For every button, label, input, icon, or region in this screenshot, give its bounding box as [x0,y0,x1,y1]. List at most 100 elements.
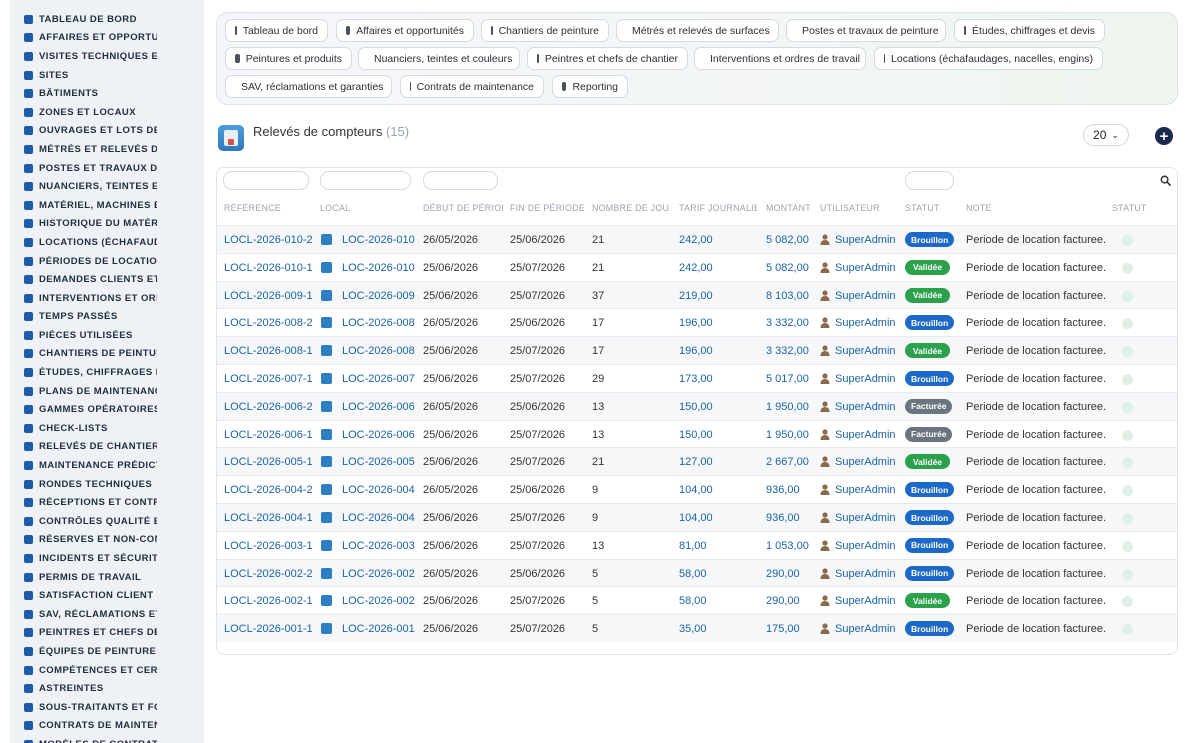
local-link[interactable]: LOC-2026-001 [342,623,415,635]
table-row[interactable]: LOCL-2026-002-2 LOC-2026-002 26/05/2026 25/… [217,558,1177,587]
per-page-select[interactable]: 20 ⌄ [1083,124,1129,146]
table-row[interactable]: LOCL-2026-003-1 LOC-2026-003 25/06/2026 25/… [217,530,1177,559]
user-link[interactable]: SuperAdmin [835,317,896,329]
sidebar-item[interactable]: PEINTRES ET CHEFS DE CHANTIER [10,624,204,643]
user-link[interactable]: SuperAdmin [835,512,896,524]
sidebar-item[interactable]: MODÈLES DE CONTRATS [10,735,204,743]
sidebar-item[interactable]: MAINTENANCE PRÉDICTIVE [10,456,204,475]
sidebar-item[interactable]: RÉCEPTIONS ET CONTRÔLES [10,493,204,512]
nav-tab[interactable]: Affaires et opportunités [336,19,474,42]
table-row[interactable]: LOCL-2026-004-2 LOC-2026-004 26/05/2026 25/… [217,475,1177,503]
sidebar-item[interactable]: SAV, RÉCLAMATIONS ET GARANTIES [10,605,204,624]
local-link[interactable]: LOC-2026-006 [342,401,415,413]
table-row[interactable]: LOCL-2026-008-1 LOC-2026-008 25/06/2026 25/… [217,336,1177,365]
sidebar-item[interactable]: MATÉRIEL, MACHINES ET OUTILLAGE [10,196,204,215]
user-link[interactable]: SuperAdmin [835,234,896,246]
table-row[interactable]: LOCL-2026-010-2 LOC-2026-010 26/05/2026 25/… [217,225,1177,253]
sidebar-item[interactable]: OUVRAGES ET LOTS DE TRAVAUX [10,122,204,141]
reference-link[interactable]: LOCL-2026-001-1 [224,623,313,635]
reference-link[interactable]: LOCL-2026-002-1 [224,595,313,607]
sidebar-item[interactable]: INTERVENTIONS ET ORDRES DE TRAVAIL [10,289,204,308]
filter-statut-input[interactable] [905,171,954,190]
reference-link[interactable]: LOCL-2026-007-1 [224,373,313,385]
sidebar-item[interactable]: RELEVÉS DE CHANTIER [10,438,204,457]
local-link[interactable]: LOC-2026-004 [342,484,415,496]
reference-link[interactable]: LOCL-2026-002-2 [224,568,313,580]
column-header[interactable]: STATUT [905,203,960,213]
sidebar-item[interactable]: SOUS-TRAITANTS ET FOURNISSEURS [10,698,204,717]
table-row[interactable]: LOCL-2026-004-1 LOC-2026-004 25/06/2026 25/… [217,503,1177,531]
table-row[interactable]: LOCL-2026-008-2 LOC-2026-008 26/05/2026 25/… [217,308,1177,336]
nav-tab[interactable]: Contrats de maintenance [400,75,544,98]
table-row[interactable]: LOCL-2026-006-1 LOC-2026-006 25/06/2026 25/… [217,419,1177,448]
sidebar-item[interactable]: POSTES ET TRAVAUX DE PEINTURE [10,159,204,178]
table-row[interactable]: LOCL-2026-006-2 LOC-2026-006 26/05/2026 25/… [217,391,1177,420]
sidebar-item[interactable]: RONDES TECHNIQUES [10,475,204,494]
sidebar-item[interactable]: ASTREINTES [10,679,204,698]
column-header[interactable]: UTILISATEUR [820,203,900,213]
sidebar-item[interactable]: TABLEAU DE BORD [10,10,204,29]
local-link[interactable]: LOC-2026-010 [342,234,415,246]
sidebar-item[interactable]: TEMPS PASSÉS [10,308,204,327]
nav-tab[interactable]: Peintres et chefs de chantier [527,47,688,70]
sidebar-item[interactable]: NUANCIERS, TEINTES ET COULEURS [10,177,204,196]
local-link[interactable]: LOC-2026-002 [342,568,415,580]
table-row[interactable]: LOCL-2026-001-1 LOC-2026-001 25/06/2026 25/… [217,614,1177,643]
user-link[interactable]: SuperAdmin [835,568,896,580]
sidebar-item[interactable]: AFFAIRES ET OPPORTUNITÉS [10,29,204,48]
nav-tab[interactable]: SAV, réclamations et garanties [225,75,392,98]
local-link[interactable]: LOC-2026-008 [342,317,415,329]
reference-link[interactable]: LOCL-2026-009-1 [224,290,313,302]
sidebar-item[interactable]: VISITES TECHNIQUES ET DIAGNOSTICS [10,47,204,66]
table-row[interactable]: LOCL-2026-009-1 LOC-2026-009 25/06/2026 25/… [217,280,1177,309]
nav-tab[interactable]: Interventions et ordres de travail [694,47,866,70]
nav-tab[interactable]: Nuanciers, teintes et couleurs [358,47,520,70]
sidebar-item[interactable]: MÉTRÉS ET RELEVÉS DE SURFACES [10,140,204,159]
user-link[interactable]: SuperAdmin [835,595,896,607]
reference-link[interactable]: LOCL-2026-004-2 [224,484,313,496]
user-link[interactable]: SuperAdmin [835,623,896,635]
add-record-button[interactable]: + [1155,127,1173,145]
reference-link[interactable]: LOCL-2026-003-1 [224,540,313,552]
table-row[interactable]: LOCL-2026-002-1 LOC-2026-002 25/06/2026 25/… [217,586,1177,614]
sidebar-item[interactable]: SITES [10,66,204,85]
table-row[interactable]: LOCL-2026-005-1 LOC-2026-005 25/06/2026 25/… [217,447,1177,476]
nav-tab[interactable]: Études, chiffrages et devis [954,19,1105,42]
reference-link[interactable]: LOCL-2026-006-2 [224,401,313,413]
column-header[interactable]: DÉBUT DE PÉRIODE [423,203,503,213]
sidebar-item[interactable]: CHECK-LISTS [10,419,204,438]
column-header[interactable]: STATUT [1112,203,1162,213]
sidebar-item[interactable]: PERMIS DE TRAVAIL [10,568,204,587]
sidebar-item[interactable]: BÂTIMENTS [10,84,204,103]
local-link[interactable]: LOC-2026-004 [342,512,415,524]
sidebar-item[interactable]: PIÈCES UTILISÉES [10,326,204,345]
sidebar-item[interactable]: DEMANDES CLIENTS ET INTERVENTIONS [10,270,204,289]
nav-tab[interactable]: Tableau de bord [225,19,328,42]
sidebar-item[interactable]: CONTRÔLES QUALITÉ ET AUDITS [10,512,204,531]
column-header[interactable]: RÉFÉRENCE [224,203,314,213]
user-link[interactable]: SuperAdmin [835,345,896,357]
reference-link[interactable]: LOCL-2026-010-1 [224,262,313,274]
user-link[interactable]: SuperAdmin [835,290,896,302]
reference-link[interactable]: LOCL-2026-006-1 [224,429,313,441]
local-link[interactable]: LOC-2026-003 [342,540,415,552]
reference-link[interactable]: LOCL-2026-005-1 [224,456,313,468]
column-header[interactable]: NOTE [966,203,1096,213]
local-link[interactable]: LOC-2026-006 [342,429,415,441]
sidebar-item[interactable]: ÉQUIPES DE PEINTURE [10,642,204,661]
nav-tab[interactable]: Métrés et relevés de surfaces [616,19,779,42]
user-link[interactable]: SuperAdmin [835,429,896,441]
column-header[interactable]: TARIF JOURNALIER [679,203,757,213]
nav-tab[interactable]: Chantiers de peinture [481,19,609,42]
local-link[interactable]: LOC-2026-009 [342,290,415,302]
user-link[interactable]: SuperAdmin [835,262,896,274]
reference-link[interactable]: LOCL-2026-010-2 [224,234,313,246]
column-header[interactable]: MONTANT [766,203,816,213]
search-icon[interactable] [1160,175,1171,186]
sidebar-item[interactable]: PÉRIODES DE LOCATION [10,252,204,271]
sidebar-item[interactable]: HISTORIQUE DU MATÉRIEL [10,215,204,234]
sidebar-item[interactable]: ÉTUDES, CHIFFRAGES ET DEVIS [10,363,204,382]
sidebar-item[interactable]: SATISFACTION CLIENT [10,586,204,605]
local-link[interactable]: LOC-2026-010 [342,262,415,274]
sidebar-item[interactable]: CHANTIERS DE PEINTURE [10,345,204,364]
